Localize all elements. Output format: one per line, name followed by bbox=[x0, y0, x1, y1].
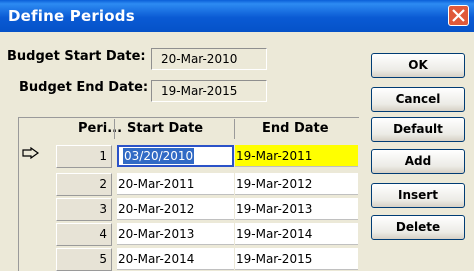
end-date-cell[interactable]: 19-Mar-2014 bbox=[235, 223, 358, 245]
start-date-cell[interactable]: 20-Mar-2013 bbox=[117, 223, 234, 245]
end-date-cell[interactable]: 19-Mar-2015 bbox=[235, 248, 358, 270]
budget-start-label: Budget Start Date: bbox=[7, 49, 146, 64]
default-button[interactable]: Default bbox=[371, 117, 465, 142]
period-number: 5 bbox=[56, 248, 112, 271]
period-number: 3 bbox=[56, 198, 112, 221]
period-number: 2 bbox=[56, 173, 112, 196]
end-date-cell[interactable]: 19-Mar-2012 bbox=[235, 173, 358, 195]
add-button[interactable]: Add bbox=[371, 149, 465, 174]
cancel-button[interactable]: Cancel bbox=[371, 87, 465, 112]
close-icon bbox=[452, 9, 465, 22]
budget-start-field: 20-Mar-2010 bbox=[151, 48, 267, 70]
budget-end-field: 19-Mar-2015 bbox=[151, 80, 267, 102]
insert-button[interactable]: Insert bbox=[371, 183, 465, 208]
title-bar[interactable]: Define Periods bbox=[0, 0, 474, 32]
period-number: 1 bbox=[56, 145, 112, 168]
start-date-cell[interactable]: 20-Mar-2011 bbox=[117, 173, 234, 195]
close-button[interactable] bbox=[448, 5, 469, 26]
start-date-cell[interactable]: 03/20/2010 bbox=[117, 145, 234, 167]
end-date-cell[interactable]: 19-Mar-2013 bbox=[235, 198, 358, 220]
delete-button[interactable]: Delete bbox=[371, 215, 465, 240]
start-date-selected: 03/20/2010 bbox=[123, 148, 195, 164]
row-pointer-icon bbox=[22, 147, 40, 159]
start-date-cell[interactable]: 20-Mar-2012 bbox=[117, 198, 234, 220]
header-start-date[interactable]: Start Date bbox=[127, 119, 203, 139]
header-end-date[interactable]: End Date bbox=[262, 119, 329, 139]
header-period[interactable]: Peri... bbox=[78, 119, 122, 139]
start-date-cell[interactable]: 20-Mar-2014 bbox=[117, 248, 234, 270]
budget-end-label: Budget End Date: bbox=[19, 80, 149, 95]
ok-button[interactable]: OK bbox=[371, 53, 465, 78]
end-date-cell[interactable]: 19-Mar-2011 bbox=[235, 145, 358, 167]
window-title: Define Periods bbox=[8, 7, 135, 25]
period-number: 4 bbox=[56, 223, 112, 246]
